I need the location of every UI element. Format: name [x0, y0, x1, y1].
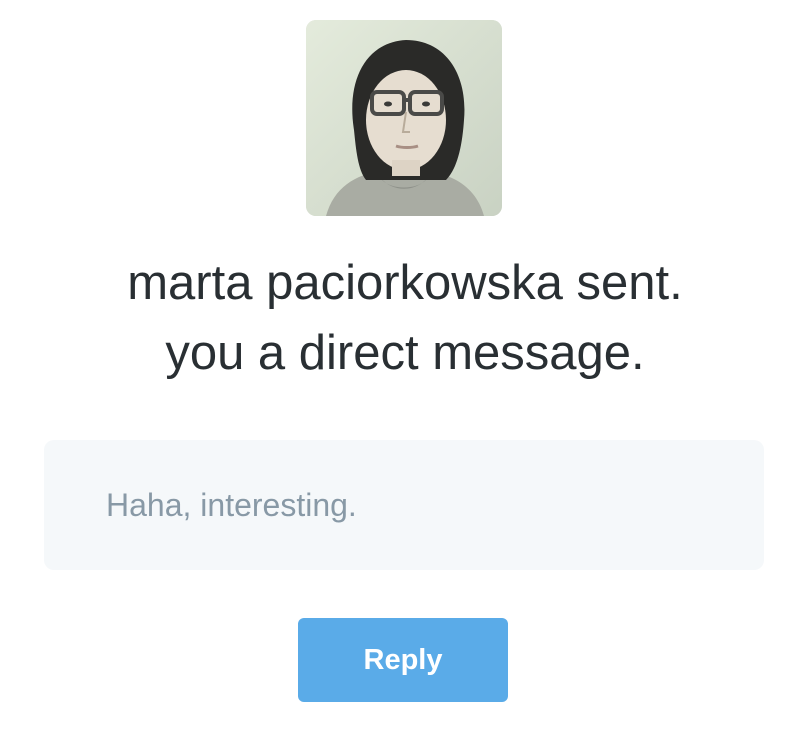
avatar-photo: [306, 20, 502, 216]
message-preview[interactable]: Haha, interesting.: [44, 440, 764, 570]
headline-line-1: marta paciorkowska sent.: [127, 256, 683, 310]
notification-headline: marta paciorkowska sent. you a direct me…: [0, 248, 810, 388]
headline-line-2: you a direct message.: [165, 326, 645, 380]
sender-avatar[interactable]: [306, 20, 502, 216]
message-text: Haha, interesting.: [106, 487, 357, 523]
reply-button[interactable]: Reply: [298, 618, 508, 702]
